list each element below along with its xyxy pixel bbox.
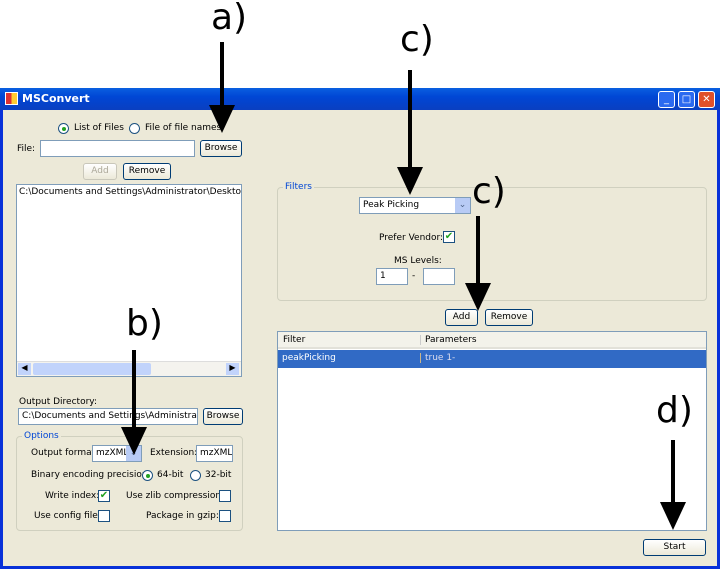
arrowhead-c2: [465, 283, 491, 311]
arrowhead-d: [660, 502, 686, 530]
arrowhead-b: [121, 427, 147, 455]
arrowhead-c1: [397, 167, 423, 195]
annotation-c1: c): [400, 19, 434, 60]
annotation-d: d): [656, 390, 693, 431]
annotation-arrows: [121, 42, 686, 530]
annotation-a: a): [211, 0, 248, 38]
annotation-c2: c): [472, 171, 506, 212]
annotation-b: b): [126, 303, 163, 344]
arrowhead-a: [209, 105, 235, 133]
